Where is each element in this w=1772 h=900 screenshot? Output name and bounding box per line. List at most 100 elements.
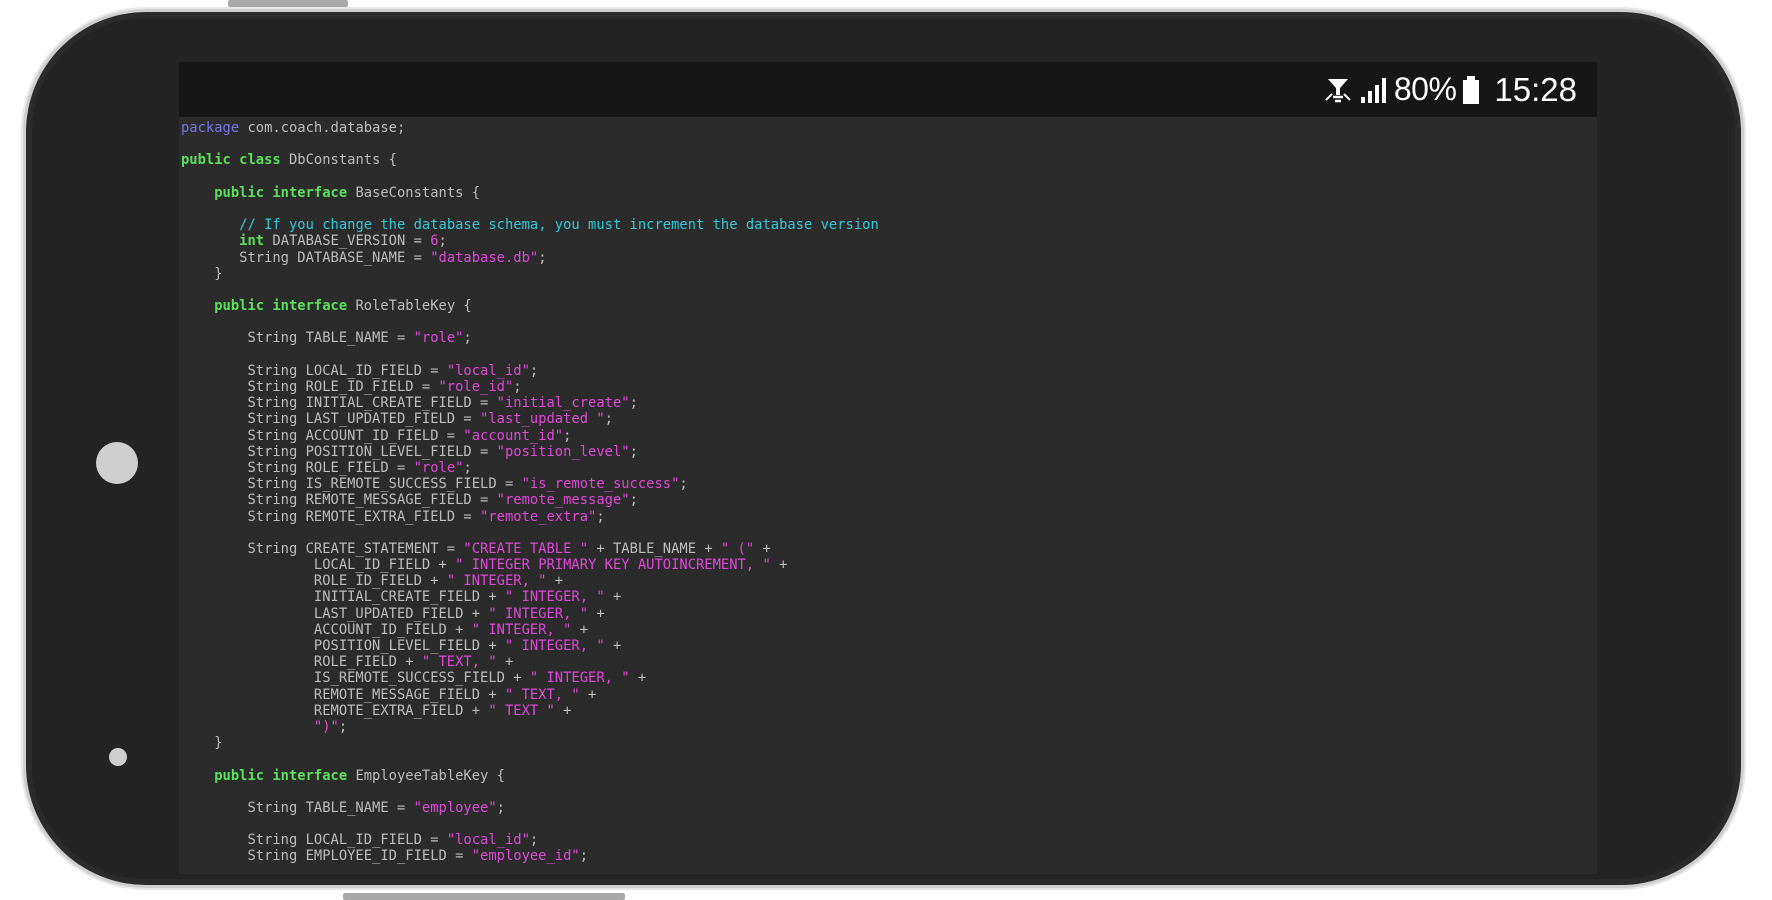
code-token: String CREATE_STATEMENT = xyxy=(181,540,464,557)
code-token: String LAST_UPDATED_FIELD = xyxy=(181,411,481,428)
code-line: String REMOTE_MESSAGE_FIELD = "remote_me… xyxy=(181,492,1591,508)
code-token: ; xyxy=(563,427,572,444)
code-token: public interface xyxy=(214,767,348,784)
code-token: "remote_message" xyxy=(496,492,630,509)
code-token: String POSITION_LEVEL_FIELD = xyxy=(181,443,497,460)
code-token: + TABLE_NAME + xyxy=(588,540,721,557)
code-token: ; xyxy=(338,718,348,735)
code-token: "remote_extra" xyxy=(480,508,597,525)
code-token: EmployeeTableKey { xyxy=(347,767,505,784)
code-line: ")"; xyxy=(181,719,1591,735)
code-line: IS_REMOTE_SUCCESS_FIELD + " INTEGER, " + xyxy=(181,670,1591,686)
code-token: "is_remote_success" xyxy=(521,476,680,493)
code-token: ; xyxy=(579,848,589,865)
code-token: " TEXT " xyxy=(488,702,555,719)
code-token: "local_id" xyxy=(446,362,530,379)
code-token: ROLE_ID_FIELD + xyxy=(181,573,447,590)
code-token: + xyxy=(496,654,514,671)
code-token: "role_id" xyxy=(438,379,514,395)
code-token: + xyxy=(546,573,564,590)
code-token: String LOCAL_ID_FIELD = xyxy=(181,832,447,849)
code-token: RoleTableKey { xyxy=(347,298,472,315)
code-line: public class DbConstants { xyxy=(181,152,1591,168)
code-token: " INTEGER, " xyxy=(446,573,547,590)
code-line: ROLE_ID_FIELD + " INTEGER, " + xyxy=(181,573,1591,589)
code-line: REMOTE_EXTRA_FIELD + " TEXT " + xyxy=(181,703,1591,719)
code-line: public interface RoleTableKey { xyxy=(181,298,1591,314)
code-token: + xyxy=(604,589,622,606)
home-button[interactable] xyxy=(96,442,138,484)
code-token: String REMOTE_EXTRA_FIELD = xyxy=(181,508,481,525)
code-token: " INTEGER, " xyxy=(488,605,589,622)
code-token: ; xyxy=(529,832,539,849)
code-token: ; xyxy=(629,492,638,509)
code-token: " INTEGER, " xyxy=(471,621,572,638)
code-token: package xyxy=(181,120,240,136)
status-bar: 80% 15:28 xyxy=(179,62,1597,117)
code-line: String REMOTE_EXTRA_FIELD = "remote_extr… xyxy=(181,509,1591,525)
code-token: String TABLE_NAME = xyxy=(181,799,414,816)
code-token: 6 xyxy=(430,233,439,250)
code-line: package com.coach.database; xyxy=(181,120,1591,136)
code-token: + xyxy=(754,540,771,557)
code-token: "initial_create" xyxy=(496,395,630,412)
code-line: String POSITION_LEVEL_FIELD = "position_… xyxy=(181,444,1591,460)
code-line: String LOCAL_ID_FIELD = "local_id"; xyxy=(181,363,1591,379)
code-token: ; xyxy=(538,249,547,266)
code-token: String ROLE_FIELD = xyxy=(181,459,414,476)
signal-icon xyxy=(1358,75,1388,105)
code-token: com.coach.database; xyxy=(239,120,406,136)
code-token: ; xyxy=(679,476,688,493)
code-line: int DATABASE_VERSION = 6; xyxy=(181,233,1591,249)
code-token: " INTEGER, " xyxy=(504,638,605,654)
code-token: "employee" xyxy=(413,799,497,816)
code-line: String IS_REMOTE_SUCCESS_FIELD = "is_rem… xyxy=(181,476,1591,492)
code-line: LAST_UPDATED_FIELD + " INTEGER, " + xyxy=(181,606,1591,622)
code-editor[interactable]: package com.coach.database; public class … xyxy=(181,120,1591,870)
code-token: IS_REMOTE_SUCCESS_FIELD + xyxy=(181,670,530,687)
code-token: + xyxy=(571,621,589,638)
code-line: public interface EmployeeTableKey { xyxy=(181,768,1591,784)
code-token: String LOCAL_ID_FIELD = xyxy=(181,362,447,379)
code-token: ; xyxy=(496,799,505,816)
code-token: ; xyxy=(529,362,539,379)
code-line: String ACCOUNT_ID_FIELD = "account_id"; xyxy=(181,428,1591,444)
code-token: String TABLE_NAME = xyxy=(181,330,414,347)
code-token: } xyxy=(181,265,223,282)
code-line: String DATABASE_NAME = "database.db"; xyxy=(181,250,1591,266)
code-token: INITIAL_CREATE_FIELD + xyxy=(181,589,505,606)
code-token: public class xyxy=(181,152,281,169)
code-token: ROLE_FIELD + xyxy=(181,654,422,671)
code-token: + xyxy=(770,557,788,574)
code-line: } xyxy=(181,735,1591,751)
code-token: String EMPLOYEE_ID_FIELD = xyxy=(181,848,472,865)
code-line: String LOCAL_ID_FIELD = "local_id"; xyxy=(181,832,1591,848)
code-token: String REMOTE_MESSAGE_FIELD = xyxy=(181,492,497,509)
code-line: POSITION_LEVEL_FIELD + " INTEGER, " + xyxy=(181,638,1591,654)
code-token: "account_id" xyxy=(463,427,564,444)
code-token: ; xyxy=(629,395,638,412)
code-token: POSITION_LEVEL_FIELD + xyxy=(181,638,505,654)
code-token: ; xyxy=(604,411,613,428)
code-token: " (" xyxy=(720,540,755,557)
code-line: LOCAL_ID_FIELD + " INTEGER PRIMARY KEY A… xyxy=(181,557,1591,573)
code-token: ; xyxy=(463,330,472,347)
code-token: ; xyxy=(463,459,472,476)
code-token: public interface xyxy=(214,184,348,201)
code-token: + xyxy=(588,605,605,622)
code-line: } xyxy=(181,266,1591,282)
code-token: public interface xyxy=(214,298,348,315)
code-token: " INTEGER, " xyxy=(504,589,605,606)
code-token: "role" xyxy=(413,459,464,476)
